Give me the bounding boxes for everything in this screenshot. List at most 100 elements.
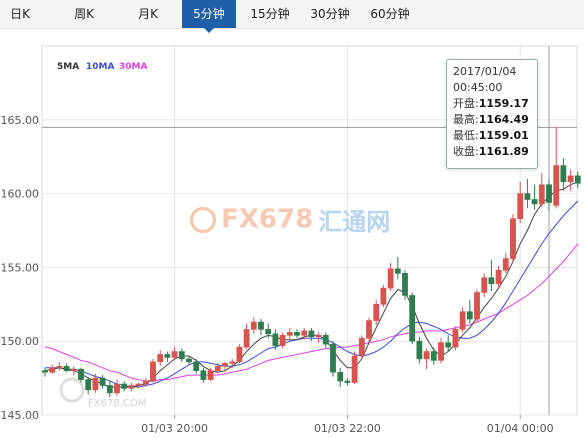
candle-body [380, 287, 387, 305]
watermark-brand: FX678 [221, 204, 314, 235]
tab-5min[interactable]: 5分钟 [182, 0, 236, 33]
candle-body [308, 330, 315, 338]
legend-ma5: 5MA [57, 62, 80, 72]
candle-body [114, 383, 120, 394]
y-tick-label: 1155.00 [0, 261, 39, 274]
tooltip-time: 00:45:00 [453, 81, 503, 94]
tooltip-close-row: 收盘:1161.89 [453, 144, 531, 160]
candle [366, 317, 372, 342]
candle-body [553, 165, 560, 206]
candle [459, 307, 466, 333]
candle [517, 181, 524, 224]
candle [42, 367, 48, 377]
tab-daily-k[interactable]: 日K [0, 0, 40, 28]
y-tick-label: 1145.00 [0, 409, 39, 422]
candle [286, 327, 293, 340]
candle [258, 319, 264, 336]
candle [330, 341, 336, 377]
candle [560, 158, 567, 191]
candle-body [330, 343, 336, 373]
candle-body [474, 292, 480, 320]
candle [200, 367, 207, 383]
candle-body [49, 367, 56, 373]
candle-body [495, 270, 502, 284]
candle-body [488, 277, 495, 284]
candle-body [546, 184, 552, 203]
candle-body [193, 361, 200, 372]
candle-body [258, 321, 264, 330]
candle-body [423, 351, 430, 360]
tooltip-open-value: 1159.17 [478, 97, 529, 110]
candle-body [430, 351, 437, 361]
candle-body [358, 337, 365, 357]
candle [524, 178, 531, 209]
candle-body [481, 277, 488, 293]
candle-body [538, 184, 545, 205]
ohlc-tooltip: 2017/01/04 00:45:00 开盘:1159.17 最高:1164.4… [446, 59, 538, 169]
candle-body [178, 351, 185, 360]
candle [99, 375, 106, 389]
candle-body [373, 303, 380, 321]
candle-body [106, 385, 113, 394]
candle [344, 378, 351, 386]
fx678-watermark: FX678 汇通网 [190, 202, 390, 237]
period-tab-bar: 日K 周K 月K 5分钟 15分钟 30分钟 60分钟 [0, 0, 584, 33]
tab-30min[interactable]: 30分钟 [302, 0, 358, 28]
candle [243, 323, 250, 349]
tab-60min[interactable]: 60分钟 [362, 0, 418, 28]
candle-body [351, 355, 358, 383]
candle-body [157, 354, 164, 363]
tab-monthly-k[interactable]: 月K [126, 0, 170, 28]
candle [157, 350, 164, 367]
candle [308, 327, 315, 342]
candle-body [416, 340, 423, 360]
candle-body [70, 368, 77, 372]
tooltip-high-label: 最高: [453, 113, 479, 126]
candle [114, 379, 120, 396]
tooltip-high-value: 1164.49 [478, 113, 529, 126]
candle-body [99, 377, 106, 386]
candle [128, 382, 135, 392]
candle-body [510, 218, 516, 259]
ma30-line [44, 243, 579, 382]
candle-body [121, 383, 128, 389]
candle [481, 273, 488, 297]
candle-body [222, 363, 228, 367]
candle-body [171, 351, 178, 358]
candle-body [63, 365, 70, 372]
candle-body [214, 365, 221, 372]
candle [236, 344, 243, 364]
tab-weekly-k[interactable]: 周K [64, 0, 104, 28]
candle-body [135, 383, 142, 386]
candle [193, 358, 200, 374]
candle-body [78, 368, 84, 380]
candle [121, 381, 128, 392]
candle [430, 347, 437, 365]
candle-body [409, 295, 416, 342]
y-tick-label: 1165.00 [0, 114, 39, 127]
watermark-small: FX678.COM [88, 398, 146, 409]
tooltip-low-row: 最低:1159.01 [453, 128, 531, 144]
candle-body [366, 320, 372, 339]
candle-body [301, 330, 308, 336]
candle [373, 299, 380, 325]
candle-body [42, 370, 48, 373]
candle [502, 252, 509, 274]
candle-body [466, 311, 473, 320]
candle [135, 382, 142, 389]
candle [510, 214, 516, 262]
candle-body [531, 199, 538, 205]
tab-15min[interactable]: 15分钟 [242, 0, 298, 28]
tooltip-date: 2017/01/04 [453, 65, 517, 78]
candle [538, 172, 545, 207]
candle [546, 178, 552, 212]
candle [56, 361, 63, 371]
candle-body [229, 361, 236, 364]
watermark-logo-icon [190, 206, 216, 233]
candle-body [524, 193, 531, 200]
candle-body [128, 385, 135, 389]
candle-body [394, 268, 401, 274]
candle [402, 270, 408, 300]
candle-body [445, 342, 452, 348]
candle-body [186, 358, 192, 363]
